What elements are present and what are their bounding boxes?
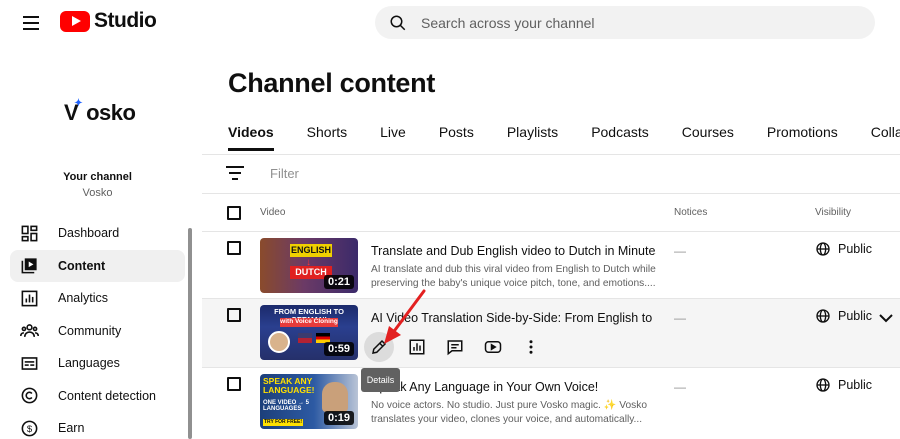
video-duration: 0:21 (323, 275, 354, 289)
search-placeholder: Search across your channel (421, 14, 595, 31)
sidebar-item-label: Dashboard (58, 226, 120, 241)
sidebar-nav: Dashboard Content Analytics Community La… (10, 217, 185, 439)
your-channel-label: Your channel (63, 171, 132, 183)
video-duration: 0:59 (323, 342, 354, 356)
sidebar-item-community[interactable]: Community (10, 315, 185, 348)
globe-icon (816, 309, 830, 323)
chevron-down-icon[interactable] (879, 313, 893, 323)
tab-shorts[interactable]: Shorts (307, 124, 347, 151)
tabs-divider (202, 154, 900, 155)
video-duration: 0:19 (323, 411, 354, 425)
column-header-video: Video (260, 207, 286, 218)
view-on-youtube-button[interactable] (478, 332, 508, 362)
globe-icon (816, 242, 830, 256)
page-title: Channel content (228, 68, 436, 98)
video-thumbnail[interactable]: SPEAK ANY LANGUAGE! ONE VIDEO → 5 LANGUA… (260, 374, 358, 429)
video-title[interactable]: Speak Any Language in Your Own Voice! (371, 380, 656, 394)
search-input[interactable]: Search across your channel (375, 6, 875, 39)
copyright-icon (21, 387, 38, 404)
tab-courses[interactable]: Courses (682, 124, 734, 151)
annotation-arrow-icon (384, 289, 426, 344)
video-title[interactable]: Translate and Dub English video to Dutch… (371, 244, 656, 258)
table-row[interactable]: ENGLISH ↓ DUTCH 0:21 Translate and Dub E… (202, 232, 900, 298)
details-tooltip: Details (361, 368, 400, 392)
dollar-icon: $ (21, 420, 38, 437)
thumb-text: TRY FOR FREE! (263, 419, 303, 427)
globe-icon (816, 378, 830, 392)
column-header-notices: Notices (674, 207, 708, 218)
us-flag-icon (298, 333, 312, 343)
notices-value: — (674, 380, 686, 394)
row-checkbox[interactable] (227, 308, 241, 322)
table-row[interactable]: SPEAK ANY LANGUAGE! ONE VIDEO → 5 LANGUA… (202, 368, 900, 439)
video-description: No voice actors. No studio. Just pure Vo… (371, 400, 647, 425)
avatar (268, 331, 290, 353)
thumb-text: ONE VIDEO → 5 LANGUAGES (263, 400, 310, 413)
sidebar-item-label: Community (58, 323, 122, 338)
table-row[interactable]: FROM ENGLISH TO GERMAN! with Voice Cloni… (202, 299, 900, 367)
sidebar-item-label: Languages (58, 356, 120, 371)
filter-divider (202, 193, 900, 194)
channel-logo-text: osko (86, 100, 136, 125)
tab-promotions[interactable]: Promotions (767, 124, 838, 151)
visibility-status[interactable]: Public (815, 377, 872, 393)
visibility-label: Public (838, 378, 873, 392)
sidebar-item-label: Earn (58, 421, 85, 436)
filter-icon[interactable] (226, 166, 244, 180)
studio-logo[interactable]: Studio (60, 9, 157, 33)
analytics-icon (21, 290, 38, 307)
more-options-button[interactable] (516, 332, 546, 362)
comment-icon (447, 340, 463, 356)
row-checkbox[interactable] (227, 377, 241, 391)
tab-posts[interactable]: Posts (439, 124, 474, 151)
svg-text:$: $ (27, 424, 33, 435)
filter-input[interactable]: Filter (270, 166, 299, 181)
sidebar-item-earn[interactable]: $ Earn (10, 412, 185, 439)
community-icon (20, 324, 39, 338)
sidebar-item-content-detection[interactable]: Content detection (10, 380, 185, 413)
thumb-text: with Voice Cloning (280, 318, 338, 327)
tab-videos[interactable]: Videos (228, 124, 274, 151)
logo-text: Studio (94, 9, 157, 32)
tab-collab[interactable]: Collab (871, 124, 900, 151)
sidebar-item-languages[interactable]: Languages (10, 347, 185, 380)
tab-live[interactable]: Live (380, 124, 406, 151)
sidebar-item-dashboard[interactable]: Dashboard (10, 217, 185, 250)
sidebar-item-label: Content (58, 258, 106, 273)
more-vertical-icon (529, 340, 533, 354)
sidebar-item-label: Analytics (58, 291, 109, 306)
content-tabs: Videos Shorts Live Posts Playlists Podca… (228, 124, 900, 151)
thumb-text: SPEAK ANY LANGUAGE! (263, 376, 315, 395)
select-all-checkbox[interactable] (227, 206, 241, 220)
column-header-visibility[interactable]: Visibility (815, 207, 851, 218)
visibility-label: Public (838, 242, 873, 256)
youtube-logo-icon (60, 10, 90, 32)
search-icon (390, 15, 406, 30)
notices-value: — (674, 311, 686, 325)
languages-icon (21, 356, 38, 370)
menu-icon[interactable] (18, 10, 44, 36)
visibility-label: Public (838, 309, 873, 323)
tab-podcasts[interactable]: Podcasts (591, 124, 649, 151)
visibility-status[interactable]: Public (815, 241, 872, 257)
dashboard-icon (21, 225, 38, 242)
thumb-text: ENGLISH (290, 244, 332, 258)
video-description: AI translate and dub this viral video fr… (371, 264, 656, 289)
sidebar-item-analytics[interactable]: Analytics (10, 282, 185, 315)
content-icon (21, 258, 37, 274)
video-thumbnail[interactable]: FROM ENGLISH TO GERMAN! with Voice Cloni… (260, 305, 358, 360)
person-image (322, 382, 348, 412)
channel-logo[interactable]: V✦ osko (64, 98, 136, 126)
sidebar-item-content[interactable]: Content (10, 249, 185, 282)
sidebar-item-label: Content detection (58, 388, 156, 403)
visibility-status[interactable]: Public (815, 308, 872, 324)
sidebar-scrollbar[interactable] (188, 228, 192, 439)
notices-value: — (674, 244, 686, 258)
row-checkbox[interactable] (227, 241, 241, 255)
video-thumbnail[interactable]: ENGLISH ↓ DUTCH 0:21 (260, 238, 358, 293)
youtube-play-icon (484, 341, 502, 353)
tab-playlists[interactable]: Playlists (507, 124, 558, 151)
channel-name: Vosko (82, 187, 113, 199)
comments-button[interactable] (440, 332, 470, 362)
